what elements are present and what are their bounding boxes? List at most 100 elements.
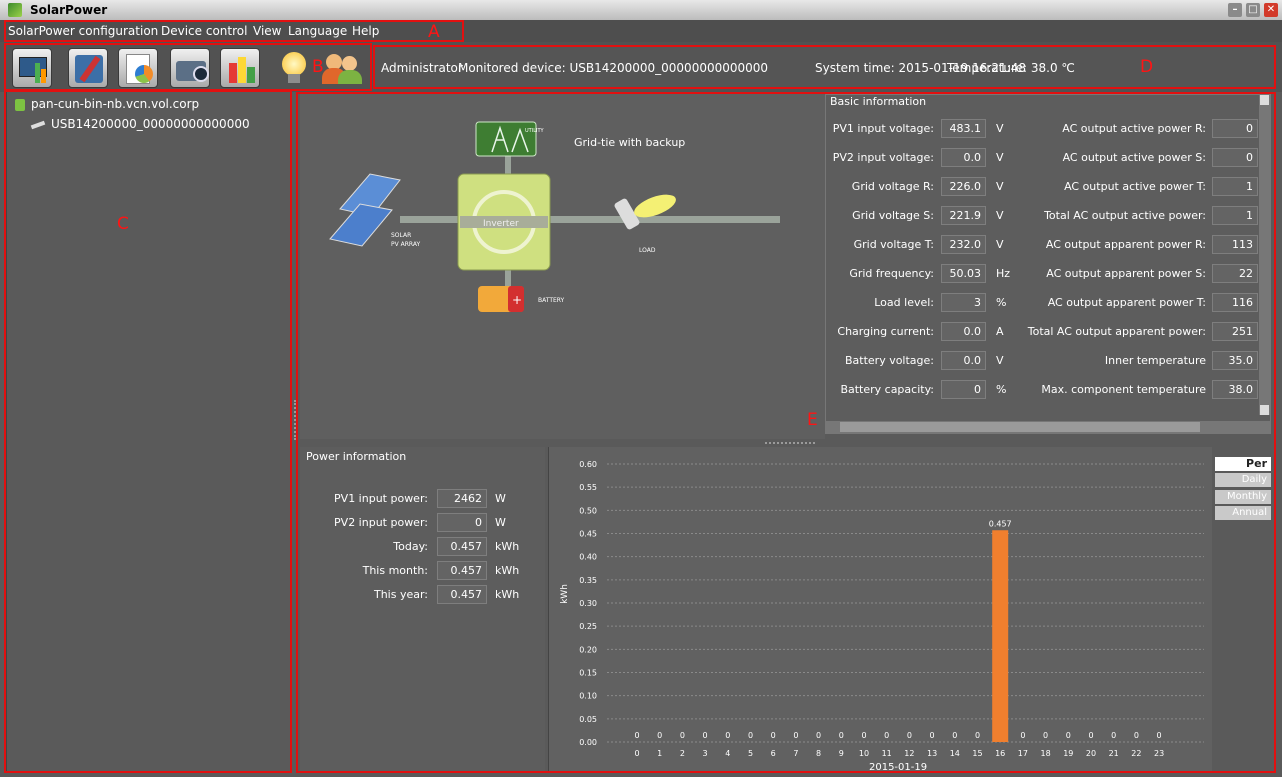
annotation-label-a: A [428,22,440,42]
power-field-unit: kWh [495,540,520,553]
battery-icon: + BATTERY [478,286,565,312]
power-field-label: Today: [393,540,428,553]
bar-data-label: 0 [1088,731,1093,740]
tab-per-hour[interactable]: Per hour [1215,457,1271,484]
users-icon[interactable] [322,48,362,88]
power-field-value: 0.457 [437,585,487,604]
horizontal-splitter[interactable] [765,442,815,444]
utility-tower-icon: UTILITY [475,121,545,157]
x-tick-label: 5 [748,749,753,758]
system-mode-label: Grid-tie with backup [574,136,686,149]
tree-device-node[interactable]: USB14200000_00000000000000 [30,117,250,131]
basic-field-label: Battery capacity: [840,383,934,396]
basic-field-unit: A [996,325,1004,338]
power-field-value: 0.457 [437,561,487,580]
basic-field-label: Charging current: [837,325,934,338]
window-title: SolarPower [30,3,108,17]
power-field-label: PV1 input power: [334,492,428,505]
bar-data-label: 0 [725,731,730,740]
x-tick-label: 2 [680,749,685,758]
power-information-panel: Power information PV1 input power: 2462 W P… [300,447,545,773]
x-tick-label: 20 [1086,749,1096,758]
energy-bar-chart: 0.00 0.05 0.10 0.15 0.20 0.25 0.30 0.35 0.40 0.45… [560,460,1204,773]
tab-daily[interactable]: Daily [1215,473,1271,487]
basic-field-label: Total AC output active power: [1044,209,1206,222]
basic-field-label: PV2 input voltage: [832,151,934,164]
camera-device-icon[interactable] [170,48,210,88]
basic-field-unit: % [996,296,1007,309]
power-field-label: This month: [362,564,428,577]
x-tick-label: 0 [634,749,639,758]
y-tick-label: 0.45 [579,530,597,539]
power-field-label: This year: [373,588,428,601]
power-field-value: 2462 [437,489,487,508]
y-tick-label: 0.20 [579,645,597,654]
x-tick-label: 4 [725,749,730,758]
tree-host-label: pan-cun-bin-nb.vcn.vol.corp [31,97,200,111]
basic-field-label: Total AC output apparent power: [1027,325,1206,338]
data-chart-icon[interactable] [220,48,260,88]
menu-solarpower-configuration[interactable]: SolarPower configuration [8,24,158,38]
basic-info-title: Basic information [828,95,929,108]
y-tick-label: 0.35 [579,576,597,585]
tab-monthly[interactable]: Monthly [1215,490,1271,504]
bar-data-label: 0 [1020,731,1025,740]
x-tick-label: 23 [1154,749,1164,758]
bar-data-label: 0 [861,731,866,740]
basic-field-unit: V [996,209,1004,222]
menu-view[interactable]: View [253,24,281,38]
y-tick-label: 0.10 [579,692,597,701]
close-icon[interactable]: ✕ [1264,3,1278,17]
power-field-value: 0 [437,513,487,532]
tools-config-icon[interactable] [68,48,108,88]
bar-data-label: 0 [1157,731,1162,740]
basic-field-value: 1 [1212,177,1258,196]
tab-annual[interactable]: Annual [1215,506,1271,520]
bar-data-label: 0 [884,731,889,740]
basic-field-value: 22 [1212,264,1258,283]
basic-field-label: AC output active power S: [1062,151,1206,164]
y-tick-label: 0.55 [579,483,597,492]
system-flow-diagram: UTILITY Inverter SOLAR PV ARRAY LOAD + B… [329,121,780,312]
basic-field-value: 50.03 [941,264,986,283]
x-tick-label: 12 [904,749,914,758]
monitored-device: Monitored device: USB14200000_0000000000… [458,61,769,75]
svg-text:+: + [512,293,522,307]
dashboard-icon[interactable] [12,48,52,88]
basic-field-unit: % [996,383,1007,396]
vertical-scrollbar[interactable] [1259,95,1270,415]
x-tick-label: 7 [793,749,798,758]
alarm-bulb-icon[interactable] [276,48,316,88]
x-tick-label: 21 [1109,749,1119,758]
tree-device-label: USB14200000_00000000000000 [51,117,250,131]
solar-panel-icon: SOLAR PV ARRAY [329,173,420,248]
basic-field-value: 1 [1212,206,1258,225]
basic-field-label: Battery voltage: [844,354,934,367]
bar-data-label: 0.457 [989,519,1012,528]
vertical-splitter[interactable] [294,400,296,440]
tree-host-node[interactable]: pan-cun-bin-nb.vcn.vol.corp [15,97,199,111]
basic-field-unit: V [996,180,1004,193]
basic-field-label: Max. component temperature [1041,383,1206,396]
current-user: Administrator [381,61,463,75]
basic-field-value: 251 [1212,322,1258,341]
horizontal-scrollbar[interactable] [826,421,1270,433]
report-pie-icon[interactable] [118,48,158,88]
y-tick-label: 0.40 [579,553,597,562]
bar-data-label: 0 [907,731,912,740]
maximize-icon[interactable]: □ [1246,3,1260,17]
minimize-icon[interactable]: – [1228,3,1242,17]
bar-data-label: 0 [680,731,685,740]
x-tick-label: 3 [703,749,708,758]
x-tick-label: 18 [1041,749,1051,758]
menu-language[interactable]: Language [288,24,347,38]
bar-data-label: 0 [975,731,980,740]
menu-help[interactable]: Help [352,24,379,38]
bar-data-label: 0 [657,731,662,740]
menu-device-control[interactable]: Device control [161,24,247,38]
basic-field-value: 0 [941,380,986,399]
x-tick-label: 14 [950,749,960,758]
energy-chart: 0.00 0.05 0.10 0.15 0.20 0.25 0.30 0.35 0.40 0.45… [548,447,1212,773]
y-tick-label: 0.05 [579,715,597,724]
device-tree: pan-cun-bin-nb.vcn.vol.corp USB14200000_… [6,90,291,773]
